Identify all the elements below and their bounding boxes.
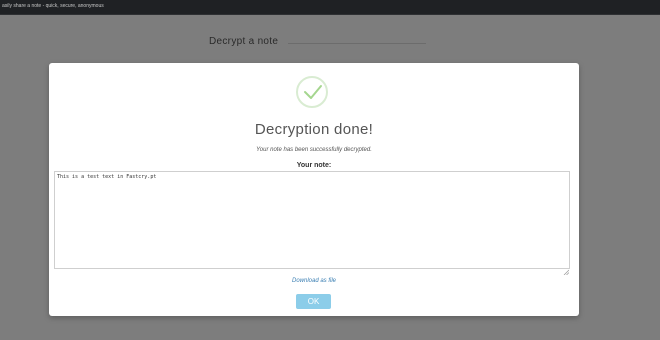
note-label: Your note: [296, 162, 332, 169]
note-textarea[interactable]: This is a test text in Fastcry.pt [54, 171, 570, 269]
dialog-description: Your note has been successfully decrypte… [256, 147, 372, 153]
resize-handle-icon[interactable] [563, 262, 570, 276]
dialog-title: Decryption done! [254, 121, 374, 138]
modal-overlay: Decryption done! Your note has been succ… [0, 14, 660, 340]
download-file-link[interactable]: Download as file [49, 278, 579, 284]
ok-button[interactable]: OK [296, 294, 331, 309]
site-tagline: asily share a note - quick, secure, anon… [2, 3, 104, 9]
check-icon [296, 76, 328, 108]
top-bar: asily share a note - quick, secure, anon… [0, 0, 660, 15]
decryption-dialog: Decryption done! Your note has been succ… [49, 63, 579, 316]
